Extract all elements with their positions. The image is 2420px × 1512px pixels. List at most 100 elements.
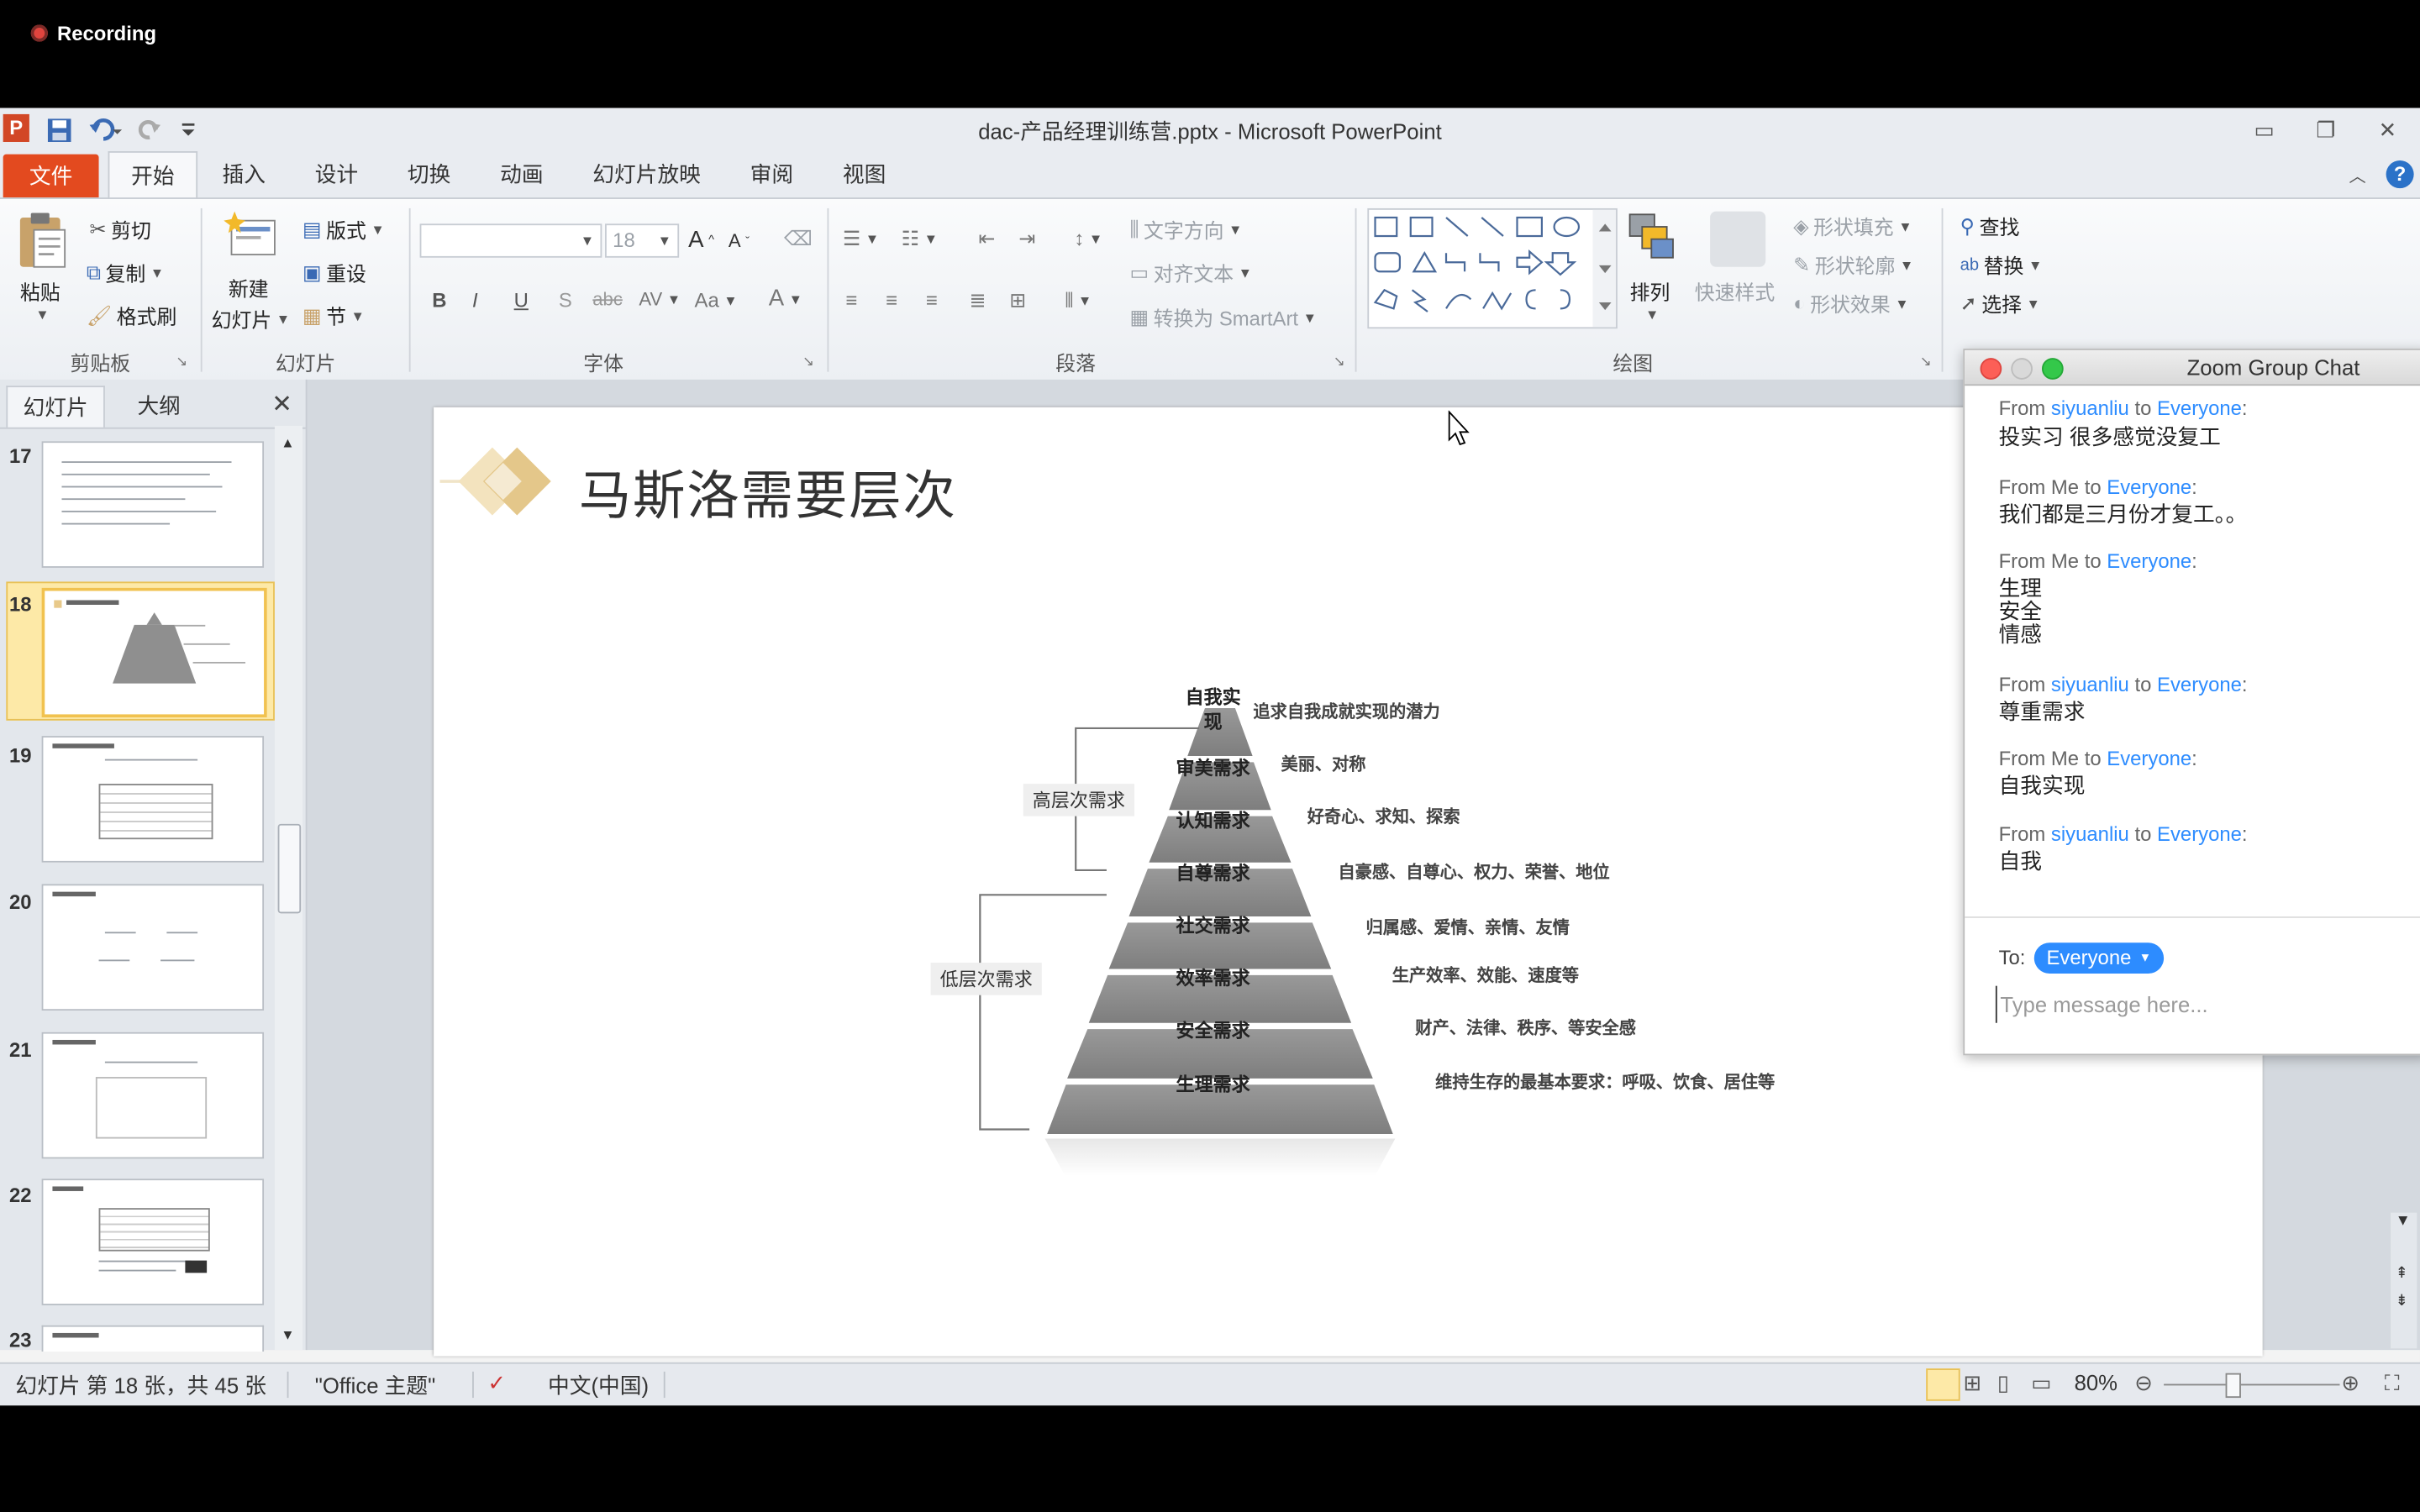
layout-button[interactable]: ▤ 版式 ▼ <box>302 214 385 244</box>
align-right-icon[interactable]: ≡ <box>926 288 938 312</box>
zoom-slider[interactable] <box>2164 1383 2340 1386</box>
justify-icon[interactable]: ≣ <box>969 288 986 312</box>
paragraph-launcher-icon[interactable]: ↘ <box>1334 354 1345 370</box>
change-case-icon[interactable]: Aa ▼ <box>695 288 738 312</box>
slideshow-view-icon[interactable]: ▭ <box>2031 1370 2051 1396</box>
new-slide-dropdown[interactable]: 幻灯片 ▼ <box>212 304 291 333</box>
previous-slide-icon[interactable]: ⇞ <box>2396 1265 2408 1282</box>
clipboard-launcher-icon[interactable]: ↘ <box>176 354 187 370</box>
slide-thumbnail-18[interactable] <box>41 587 267 718</box>
format-painter-button[interactable]: 🖌 格式刷 <box>87 301 177 330</box>
paste-button[interactable]: 粘贴 <box>20 276 60 306</box>
underline-button[interactable]: U <box>514 288 529 312</box>
increase-indent-icon[interactable]: ⇥ <box>1018 227 1035 251</box>
convert-smartart-button[interactable]: ▦ 转换为 SmartArt ▼ <box>1129 302 1316 332</box>
next-slide-icon[interactable]: ⇟ <box>2396 1293 2408 1310</box>
zoom-slider-thumb[interactable] <box>2225 1373 2241 1399</box>
bullets-icon[interactable]: ☰ ▼ <box>843 227 879 251</box>
cut-button[interactable]: ✂ 剪切 <box>90 214 151 244</box>
tab-slideshow[interactable]: 幻灯片放映 <box>577 151 716 197</box>
slide-sorter-icon[interactable]: ⊞ <box>1963 1370 1981 1396</box>
zoom-in-icon[interactable]: ⊕ <box>2341 1370 2360 1396</box>
shadow-button[interactable]: S <box>559 288 572 312</box>
slide-thumbnail-19[interactable] <box>41 736 265 863</box>
tab-animations[interactable]: 动画 <box>485 151 559 197</box>
distributed-icon[interactable]: ⊞ <box>1009 288 1026 312</box>
italic-button[interactable]: I <box>472 288 478 312</box>
fit-to-window-icon[interactable]: ⛶ <box>2385 1370 2400 1396</box>
reading-view-icon[interactable]: ▯ <box>1997 1370 2009 1396</box>
chat-message-input[interactable] <box>1995 985 2420 1023</box>
new-slide-icon[interactable] <box>222 208 277 264</box>
shape-fill-button[interactable]: ◈ 形状填充 ▼ <box>1793 212 1912 241</box>
tab-insert[interactable]: 插入 <box>207 151 281 197</box>
line-spacing-icon[interactable]: ↕ ▼ <box>1074 227 1102 250</box>
tab-file[interactable]: 文件 <box>3 154 99 198</box>
arrange-button[interactable]: 排列 <box>1630 276 1670 306</box>
tab-transitions[interactable]: 切换 <box>392 151 466 197</box>
text-direction-button[interactable]: ⫼ 文字方向 ▼ <box>1129 214 1242 244</box>
align-text-button[interactable]: ▭ 对齐文本 ▼ <box>1129 258 1252 287</box>
bold-button[interactable]: B <box>432 288 446 312</box>
slide-thumbnail-22[interactable] <box>41 1179 265 1305</box>
tab-slides[interactable]: 幻灯片 <box>6 386 105 428</box>
arrange-icon[interactable] <box>1627 212 1676 264</box>
font-launcher-icon[interactable]: ↘ <box>802 354 814 370</box>
grow-font-icon[interactable]: A ^ <box>688 227 714 253</box>
font-size-combo[interactable]: 18 ▼ <box>604 223 680 258</box>
collapse-ribbon-icon[interactable]: ︿ <box>2349 164 2366 188</box>
arrange-dropdown-icon[interactable]: ▼ <box>1645 307 1659 323</box>
zoom-out-icon[interactable]: ⊖ <box>2134 1370 2153 1396</box>
clear-formatting-icon[interactable]: ⌫ <box>784 227 813 251</box>
zoom-level[interactable]: 80% <box>2075 1370 2118 1394</box>
tab-home[interactable]: 开始 <box>108 150 198 199</box>
slide-title[interactable]: 马斯洛需要层次 <box>579 454 957 529</box>
restore-button[interactable]: ❐ <box>2302 113 2349 146</box>
find-button[interactable]: ⚲ 查找 <box>1960 212 2020 241</box>
tab-outline[interactable]: 大纲 <box>108 386 210 426</box>
quick-styles-button[interactable]: 快速样式 <box>1695 276 1776 306</box>
align-center-icon[interactable]: ≡ <box>886 288 897 312</box>
drawing-launcher-icon[interactable]: ↘ <box>1920 354 1932 370</box>
recipient-dropdown[interactable]: Everyone ▼ <box>2033 942 2164 974</box>
scroll-down-icon[interactable]: ▼ <box>2396 1213 2411 1230</box>
font-name-combo[interactable]: ▼ <box>419 223 602 258</box>
slide-thumbnail-21[interactable] <box>41 1032 265 1159</box>
reset-button[interactable]: ▣ 重设 <box>302 258 366 287</box>
tab-view[interactable]: 视图 <box>827 151 901 197</box>
paste-dropdown-icon[interactable]: ▼ <box>35 307 49 323</box>
slide-thumbnail-17[interactable] <box>41 441 265 568</box>
align-left-icon[interactable]: ≡ <box>846 288 858 312</box>
decrease-indent-icon[interactable]: ⇤ <box>978 227 995 251</box>
slides-pane-scrollbar[interactable]: ▲ ▼ <box>274 425 302 1351</box>
slide-thumbnail-20[interactable] <box>41 884 265 1011</box>
minimize-button[interactable]: ▭ <box>2241 113 2287 146</box>
select-button[interactable]: ➚ 选择 ▼ <box>1960 288 2040 318</box>
shape-outline-button[interactable]: ✎ 形状轮廓 ▼ <box>1793 250 1913 280</box>
slides-pane-scroll-thumb[interactable] <box>277 823 302 914</box>
paste-icon[interactable] <box>15 212 71 273</box>
numbering-icon[interactable]: ☷ ▼ <box>902 227 938 251</box>
language-status[interactable]: 中文(中国) <box>548 1370 649 1401</box>
close-button[interactable]: ✕ <box>2365 113 2411 146</box>
help-icon[interactable]: ? <box>2386 160 2414 189</box>
character-spacing-icon[interactable]: AV ▼ <box>639 288 681 310</box>
tab-review[interactable]: 审阅 <box>734 151 808 197</box>
normal-view-icon[interactable] <box>1926 1368 1960 1401</box>
copy-button[interactable]: ⧉ 复制 ▼ <box>87 258 164 287</box>
close-pane-icon[interactable]: ✕ <box>271 389 292 420</box>
quick-styles-icon[interactable] <box>1710 211 1766 267</box>
columns-icon[interactable]: ⫴ ▼ <box>1065 288 1092 312</box>
tab-design[interactable]: 设计 <box>299 151 373 197</box>
spellcheck-icon[interactable]: ✓ <box>487 1370 506 1396</box>
new-slide-button[interactable]: 新建 <box>229 273 269 302</box>
strikethrough-button[interactable]: abc <box>592 288 623 310</box>
replace-button[interactable]: ab 替换 ▼ <box>1960 250 2043 280</box>
slide-thumbnail-23[interactable] <box>41 1325 265 1352</box>
font-color-icon[interactable]: A ▼ <box>769 286 802 312</box>
shrink-font-icon[interactable]: Aˇ <box>729 230 750 252</box>
shape-effects-button[interactable]: ◐ 形状效果 ▼ <box>1793 288 1908 318</box>
section-button[interactable]: ▦ 节 ▼ <box>302 301 365 330</box>
shapes-gallery[interactable] <box>1367 207 1618 329</box>
theme-status[interactable]: "Office 主题" <box>315 1370 436 1401</box>
